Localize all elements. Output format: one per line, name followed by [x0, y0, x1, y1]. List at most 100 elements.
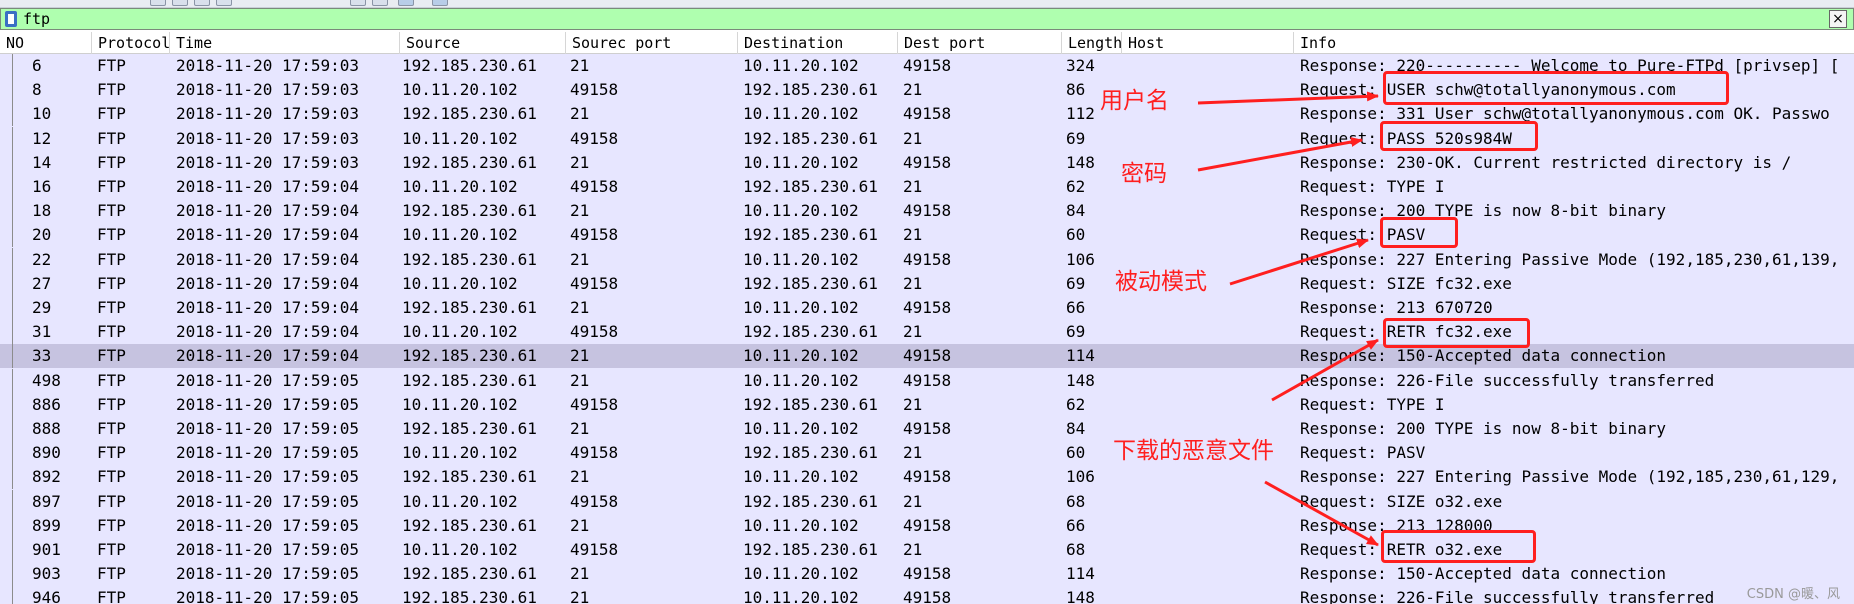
- column-header-length[interactable]: Length: [1062, 32, 1122, 54]
- packet-number: 33: [32, 346, 52, 366]
- packet-dest-port: 21: [903, 491, 923, 511]
- packet-source: 192.185.230.61: [402, 104, 537, 124]
- toolbar-button[interactable]: [172, 0, 188, 6]
- packet-info: Request: TYPE I: [1300, 394, 1445, 414]
- toolbar-button[interactable]: [350, 0, 366, 6]
- packet-source-port: 49158: [570, 128, 619, 148]
- packet-number: 18: [32, 201, 52, 221]
- toolbar-button[interactable]: [150, 0, 166, 6]
- table-row[interactable]: 16 FTP 2018-11-20 17:59:04 10.11.20.102 4915…: [0, 175, 1854, 199]
- column-header-host[interactable]: Host: [1122, 32, 1294, 54]
- packet-source-port: 49158: [570, 491, 619, 511]
- display-filter-bar[interactable]: ftp ×: [0, 8, 1854, 30]
- table-row[interactable]: 897 FTP 2018-11-20 17:59:05 10.11.20.102 491…: [0, 489, 1854, 514]
- packet-time: 2018-11-20 17:59:04: [176, 273, 360, 293]
- packet-number: 888: [32, 419, 61, 438]
- packet-source: 192.185.230.61: [402, 152, 537, 172]
- table-row[interactable]: 18 FTP 2018-11-20 17:59:04 192.185.230.61 21…: [0, 199, 1854, 224]
- table-row[interactable]: 899 FTP 2018-11-20 17:59:05 192.185.230.61 2…: [0, 513, 1854, 538]
- packet-dest-port: 49158: [903, 56, 952, 75]
- packet-length: 114: [1066, 346, 1095, 366]
- bookmark-icon[interactable]: [5, 11, 17, 27]
- toolbar-button[interactable]: [372, 0, 388, 6]
- table-row[interactable]: 8 FTP 2018-11-20 17:59:03 10.11.20.102 49158…: [0, 78, 1854, 103]
- tree-line: [12, 392, 13, 417]
- packet-source-port: 21: [570, 104, 590, 124]
- clear-filter-icon[interactable]: ×: [1829, 10, 1847, 28]
- table-row[interactable]: 20 FTP 2018-11-20 17:59:04 10.11.20.102 4915…: [0, 223, 1854, 248]
- column-header-source[interactable]: Source: [400, 32, 566, 54]
- packet-source: 192.185.230.61: [402, 249, 537, 269]
- packet-protocol: FTP: [97, 104, 126, 124]
- packet-protocol: FTP: [97, 540, 126, 559]
- table-row[interactable]: 27 FTP 2018-11-20 17:59:04 10.11.20.102 4915…: [0, 271, 1854, 296]
- packet-destination: 10.11.20.102: [743, 564, 859, 584]
- column-header-protocol[interactable]: Protocol: [92, 32, 170, 54]
- packet-info: Request: PASV: [1300, 225, 1426, 245]
- table-row[interactable]: 33 FTP 2018-11-20 17:59:04 192.185.230.61 21…: [0, 344, 1854, 369]
- packet-dest-port: 21: [903, 225, 923, 245]
- table-row[interactable]: 888 FTP 2018-11-20 17:59:05 192.185.230.61 2…: [0, 417, 1854, 441]
- packet-list[interactable]: NO Protocol Time Source Sourec port Dest…: [0, 32, 1854, 604]
- packet-destination: 10.11.20.102: [743, 346, 859, 366]
- column-header-dest-port[interactable]: Dest port: [898, 32, 1062, 54]
- packet-length: 324: [1066, 56, 1095, 75]
- toolbar-button[interactable]: [216, 0, 232, 6]
- packet-source-port: 21: [570, 201, 590, 221]
- toolbar-button[interactable]: [432, 0, 448, 6]
- toolbar-button[interactable]: [398, 0, 414, 6]
- packet-time: 2018-11-20 17:59:04: [176, 322, 360, 342]
- packet-info: Response: 200 TYPE is now 8-bit binary: [1300, 419, 1667, 438]
- packet-protocol: FTP: [97, 225, 126, 245]
- packet-time: 2018-11-20 17:59:05: [176, 394, 360, 414]
- table-row[interactable]: 946 FTP 2018-11-20 17:59:05 192.185.230.61 2…: [0, 586, 1854, 604]
- column-header-time[interactable]: Time: [170, 32, 400, 54]
- packet-source-port: 21: [570, 588, 590, 604]
- column-header-destination[interactable]: Destination: [738, 32, 898, 54]
- packet-protocol: FTP: [97, 56, 126, 75]
- table-row[interactable]: 12 FTP 2018-11-20 17:59:03 10.11.20.102 4915…: [0, 126, 1854, 151]
- packet-source: 192.185.230.61: [402, 298, 537, 317]
- table-row[interactable]: 10 FTP 2018-11-20 17:59:03 192.185.230.61 21…: [0, 102, 1854, 127]
- toolbar-button[interactable]: [194, 0, 210, 6]
- packet-source-port: 21: [570, 370, 590, 390]
- table-row[interactable]: 892 FTP 2018-11-20 17:59:05 192.185.230.61 2…: [0, 465, 1854, 490]
- table-row[interactable]: 498 FTP 2018-11-20 17:59:05 192.185.230.61 2…: [0, 368, 1854, 393]
- packet-number: 22: [32, 249, 52, 269]
- tree-line: [12, 538, 13, 562]
- packet-source: 10.11.20.102: [402, 443, 518, 463]
- column-header-no[interactable]: NO: [0, 32, 92, 54]
- packet-source: 10.11.20.102: [402, 177, 518, 196]
- packet-protocol: FTP: [97, 467, 126, 487]
- table-row[interactable]: 22 FTP 2018-11-20 17:59:04 192.185.230.61 21…: [0, 247, 1854, 272]
- table-row[interactable]: 886 FTP 2018-11-20 17:59:05 10.11.20.102 491…: [0, 392, 1854, 417]
- packet-length: 84: [1066, 201, 1086, 221]
- packet-info: Request: TYPE I: [1300, 177, 1445, 196]
- table-row[interactable]: 14 FTP 2018-11-20 17:59:03 192.185.230.61 21…: [0, 150, 1854, 175]
- packet-protocol: FTP: [97, 588, 126, 604]
- table-row[interactable]: 901 FTP 2018-11-20 17:59:05 10.11.20.102 491…: [0, 538, 1854, 562]
- table-row[interactable]: 6 FTP 2018-11-20 17:59:03 192.185.230.61 21 1…: [0, 54, 1854, 78]
- packet-time: 2018-11-20 17:59:03: [176, 80, 360, 100]
- table-row[interactable]: 890 FTP 2018-11-20 17:59:05 10.11.20.102 491…: [0, 441, 1854, 466]
- packet-dest-port: 49158: [903, 370, 952, 390]
- packet-length: 69: [1066, 273, 1086, 293]
- packet-dest-port: 49158: [903, 298, 952, 317]
- table-row[interactable]: 31 FTP 2018-11-20 17:59:04 10.11.20.102 4915…: [0, 320, 1854, 345]
- column-header-source-port[interactable]: Sourec port: [566, 32, 738, 54]
- packet-dest-port: 49158: [903, 588, 952, 604]
- table-row[interactable]: 903 FTP 2018-11-20 17:59:05 192.185.230.61 2…: [0, 562, 1854, 587]
- packet-info: Request: PASS 520s984W: [1300, 128, 1512, 148]
- packet-time: 2018-11-20 17:59:04: [176, 298, 360, 317]
- packet-dest-port: 21: [903, 443, 923, 463]
- display-filter-input[interactable]: ftp: [23, 10, 50, 29]
- packet-time: 2018-11-20 17:59:03: [176, 128, 360, 148]
- packet-length: 114: [1066, 564, 1095, 584]
- column-header-info[interactable]: Info: [1294, 32, 1854, 54]
- table-row[interactable]: 29 FTP 2018-11-20 17:59:04 192.185.230.61 21…: [0, 296, 1854, 320]
- packet-number: 10: [32, 104, 52, 124]
- packet-info: Response: 220---------- Welcome to Pure-…: [1300, 56, 1840, 75]
- packet-dest-port: 49158: [903, 201, 952, 221]
- packet-length: 106: [1066, 249, 1095, 269]
- packet-time: 2018-11-20 17:59:05: [176, 467, 360, 487]
